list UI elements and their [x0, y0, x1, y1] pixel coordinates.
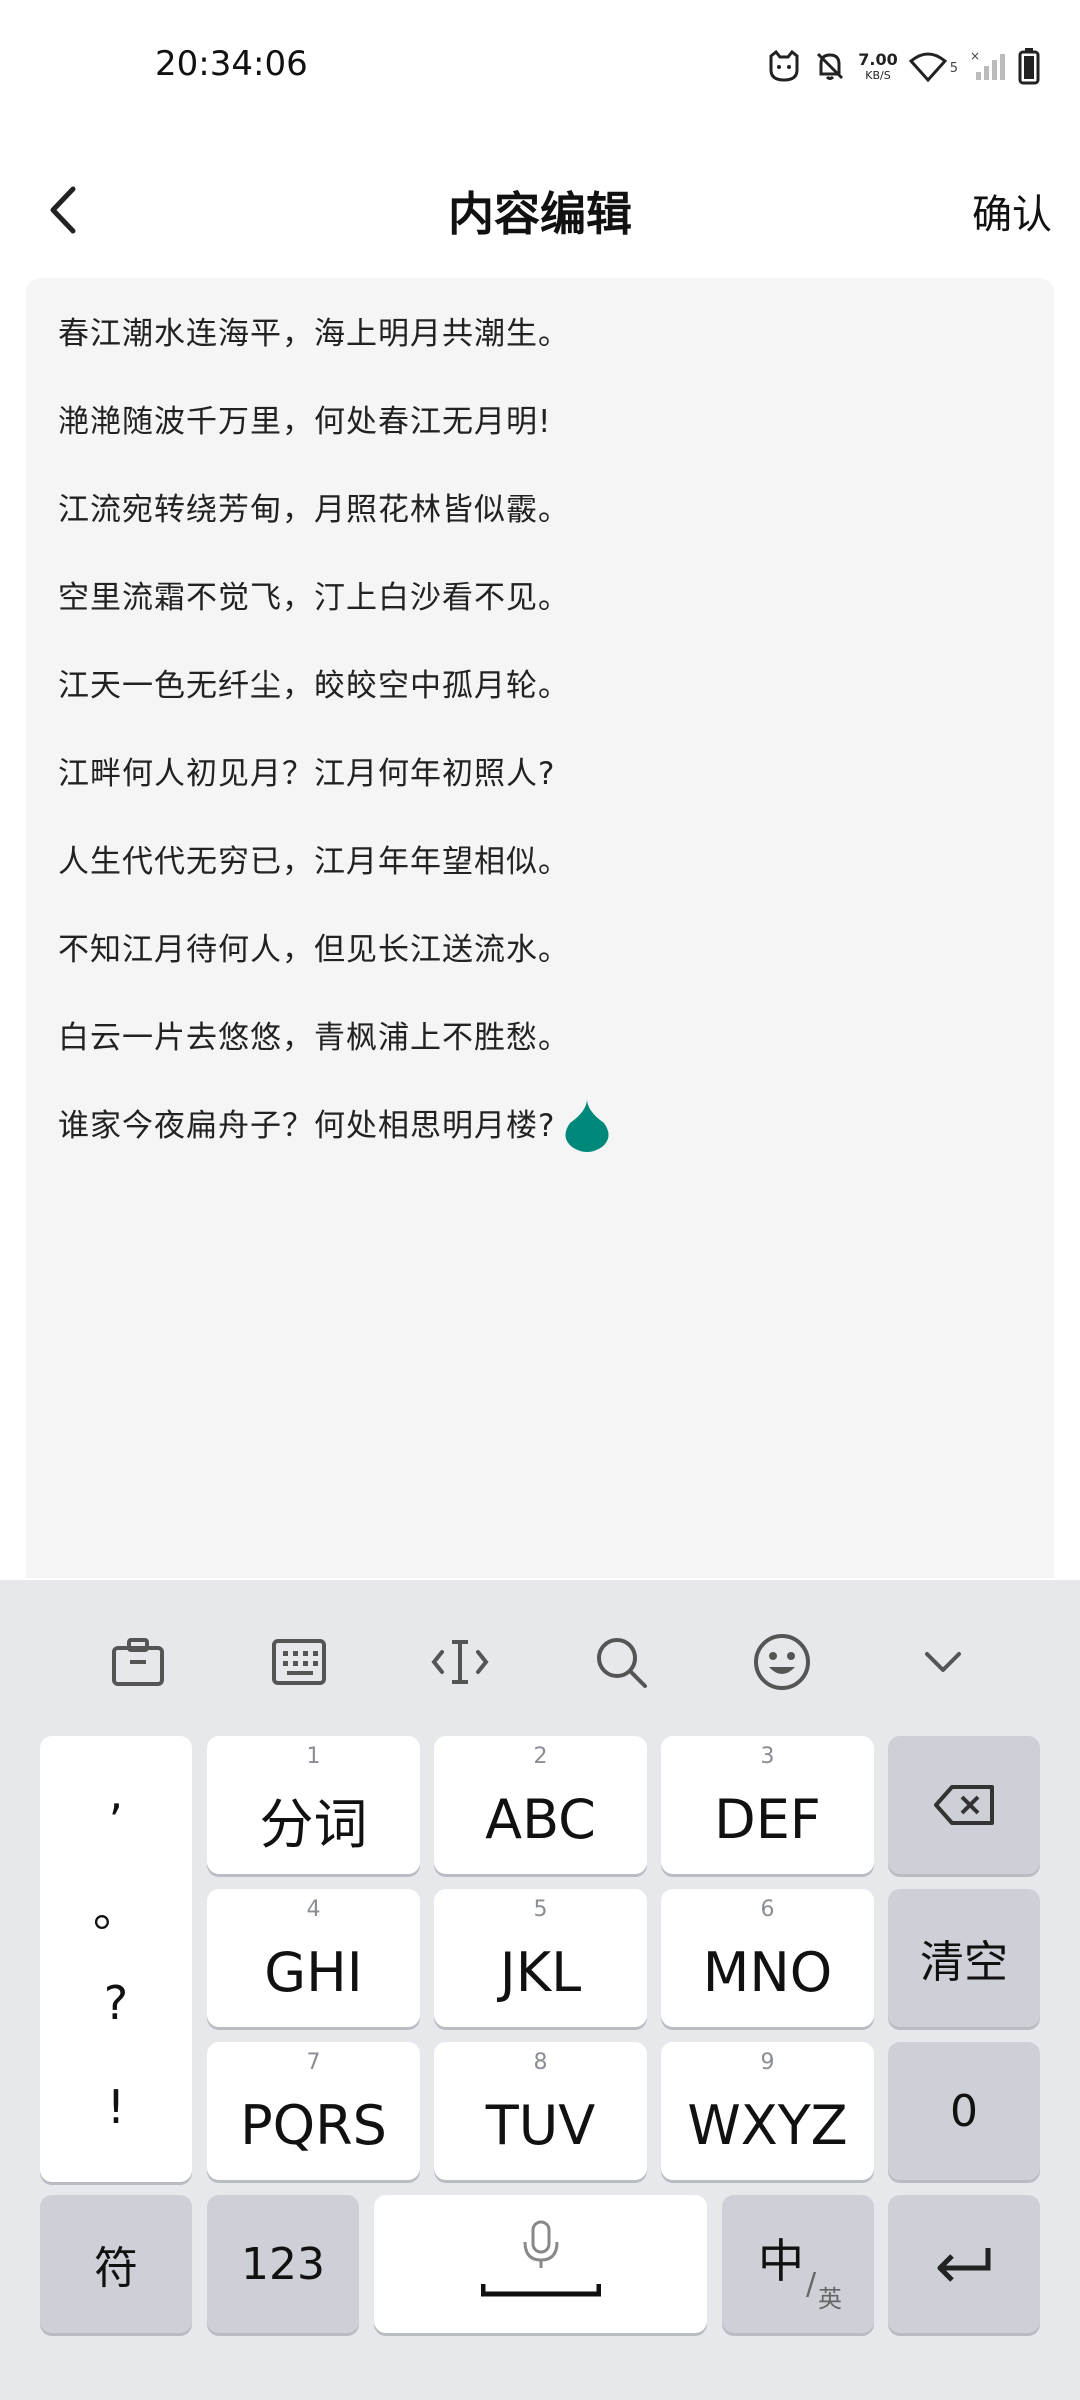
key-number: 9: [760, 2050, 775, 2075]
symbols-key-label: 符: [94, 2243, 138, 2294]
text-line: 人生代代无穷已，江月年年望相似。: [58, 844, 570, 880]
key-number: 3: [760, 1744, 775, 1769]
emoji-icon[interactable]: [750, 1630, 814, 1694]
key-label: 分词: [259, 1792, 368, 1856]
key-label: PQRS: [240, 2093, 387, 2157]
key-1[interactable]: 1 分词: [207, 1736, 420, 1874]
bell-off-icon: [812, 48, 848, 88]
enter-key[interactable]: [888, 2195, 1040, 2333]
numbers-key[interactable]: 123: [207, 2195, 359, 2333]
lang-slash: /: [806, 2267, 817, 2302]
keyboard-layout-icon[interactable]: [267, 1630, 331, 1694]
punct-period[interactable]: 。: [40, 1874, 192, 1940]
key-number: 7: [306, 2050, 321, 2075]
key-number: 2: [533, 1744, 548, 1769]
text-line: 白云一片去悠悠，青枫浦上不胜愁。: [58, 1020, 570, 1056]
net-speed-value: 7.00: [858, 50, 898, 69]
status-bar: 20:34:06 7.00 KB/S 5 ×: [0, 0, 1080, 140]
key-0-label: 0: [950, 2085, 978, 2137]
poem-text: 春江潮水连海平，海上明月共潮生。 滟滟随波千万里，何处春江无月明! 江流宛转绕芳…: [58, 308, 1018, 1188]
text-line: 春江潮水连海平，海上明月共潮生。: [58, 316, 570, 352]
key-9[interactable]: 9 WXYZ: [661, 2042, 874, 2180]
content-editor[interactable]: 春江潮水连海平，海上明月共潮生。 滟滟随波千万里，何处春江无月明! 江流宛转绕芳…: [26, 278, 1054, 1578]
key-label: DEF: [714, 1787, 821, 1851]
text-line: 江流宛转绕芳甸，月照花林皆似霰。: [58, 492, 570, 528]
key-5[interactable]: 5 JKL: [434, 1889, 647, 2027]
text-line: 滟滟随波千万里，何处春江无月明!: [58, 404, 552, 440]
key-label: JKL: [499, 1940, 582, 2004]
signal-icon: ×: [968, 48, 1008, 88]
key-6[interactable]: 6 MNO: [661, 1889, 874, 2027]
chevron-down-icon[interactable]: [911, 1630, 975, 1694]
backspace-icon: [934, 1785, 994, 1825]
key-number: 8: [533, 2050, 548, 2075]
key-label: WXYZ: [687, 2093, 848, 2157]
key-number: 6: [760, 1897, 775, 1922]
battery-icon: [1018, 47, 1040, 89]
backspace-key[interactable]: [888, 1736, 1040, 1874]
net-speed: 7.00 KB/S: [858, 52, 897, 84]
key-0[interactable]: 0: [888, 2042, 1040, 2180]
space-key[interactable]: [374, 2195, 707, 2333]
key-7[interactable]: 7 PQRS: [207, 2042, 420, 2180]
punctuation-column[interactable]: , 。 ? !: [40, 1736, 192, 2182]
cat-icon: [766, 48, 802, 88]
microphone-icon: [480, 2220, 601, 2297]
key-3[interactable]: 3 DEF: [661, 1736, 874, 1874]
wifi-icon: [908, 48, 948, 88]
text-cursor-icon[interactable]: [428, 1630, 492, 1694]
key-number: 5: [533, 1897, 548, 1922]
key-label: MNO: [702, 1940, 833, 2004]
sim-slot-label: 5: [949, 60, 958, 76]
text-line: 江畔何人初见月？江月何年初照人?: [58, 756, 556, 792]
punct-question[interactable]: ?: [40, 1976, 192, 2030]
symbols-key[interactable]: 符: [40, 2195, 192, 2333]
key-number: 1: [306, 1744, 321, 1769]
status-icons: 7.00 KB/S 5 ×: [766, 48, 1040, 88]
lang-alt-label: 英: [818, 2285, 842, 2313]
numbers-key-label: 123: [241, 2238, 325, 2290]
clear-key-label: 清空: [920, 1937, 1008, 1988]
key-4[interactable]: 4 GHI: [207, 1889, 420, 2027]
page-title: 内容编辑: [448, 187, 632, 241]
language-switch-key[interactable]: 中 / 英: [722, 2195, 874, 2333]
key-label: GHI: [264, 1940, 363, 2004]
text-line: 空里流霜不觉飞，汀上白沙看不见。: [58, 580, 570, 616]
net-speed-unit: KB/S: [865, 69, 891, 82]
confirm-button[interactable]: 确认: [972, 182, 1052, 240]
key-2[interactable]: 2 ABC: [434, 1736, 647, 1874]
text-line: 不知江月待何人，但见长江送流水。: [58, 932, 570, 968]
key-8[interactable]: 8 TUV: [434, 2042, 647, 2180]
punct-exclaim[interactable]: !: [40, 2080, 192, 2134]
search-icon[interactable]: [589, 1630, 653, 1694]
key-label: TUV: [485, 2093, 596, 2157]
lang-main-label: 中: [758, 2234, 804, 2288]
svg-text:×: ×: [970, 49, 980, 63]
cursor-handle[interactable]: [560, 1097, 614, 1153]
enter-icon: [937, 2248, 991, 2282]
app-header: 内容编辑 确认: [0, 140, 1080, 280]
clear-key[interactable]: 清空: [888, 1889, 1040, 2027]
punct-comma[interactable]: ,: [40, 1766, 192, 1820]
status-time: 20:34:06: [155, 44, 308, 84]
ime-keyboard: , 。 ? ! 1 分词 2 ABC 3 DEF 4 GHI 5 JKL 6 M…: [0, 1580, 1080, 2400]
clipboard-icon[interactable]: [106, 1630, 170, 1694]
text-line: 江天一色无纤尘，皎皎空中孤月轮。: [58, 668, 570, 704]
text-line: 谁家今夜扁舟子？何处相思明月楼?: [58, 1108, 556, 1144]
key-number: 4: [306, 1897, 321, 1922]
key-label: ABC: [485, 1787, 596, 1851]
keyboard-toolbar: [0, 1580, 1080, 1735]
